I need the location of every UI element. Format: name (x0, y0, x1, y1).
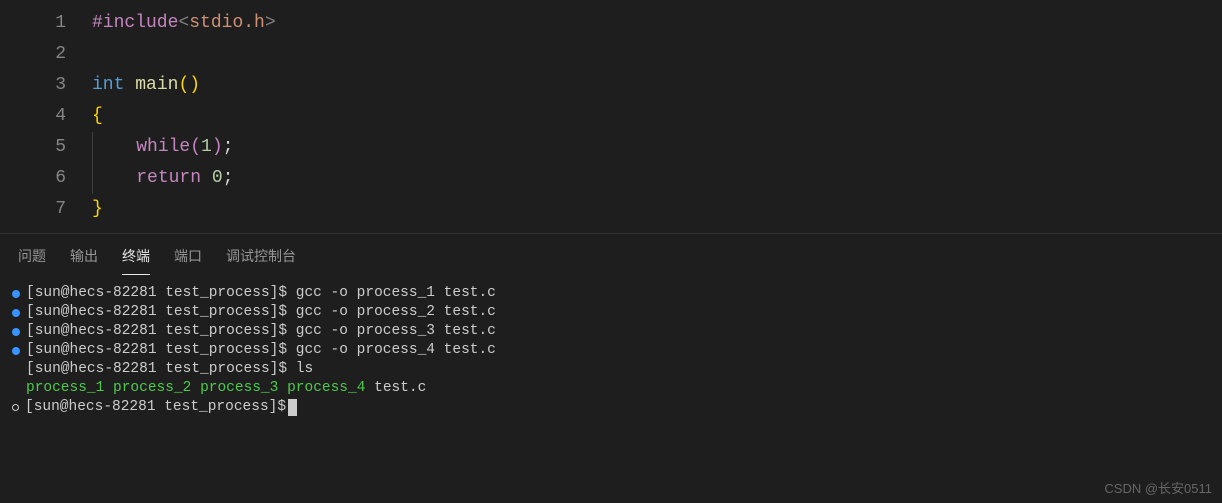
code-content[interactable]: int main() (92, 70, 1222, 101)
code-content[interactable]: return 0; (92, 163, 1222, 194)
terminal-output[interactable]: [sun@hecs-82281 test_process]$ gcc -o pr… (0, 276, 1222, 425)
line-number: 5 (0, 132, 92, 163)
terminal-cursor (288, 399, 297, 416)
status-bullet-icon (12, 347, 20, 355)
code-content[interactable]: #include<stdio.h> (92, 8, 1222, 39)
watermark: CSDN @长安0511 (1104, 478, 1212, 497)
code-content[interactable]: } (92, 194, 1222, 225)
code-line[interactable]: 6 return 0; (0, 163, 1222, 194)
panel-tab-debug-console[interactable]: 调试控制台 (226, 240, 296, 275)
line-number: 1 (0, 8, 92, 39)
terminal-line: [sun@hecs-82281 test_process]$ gcc -o pr… (12, 284, 1210, 303)
panel-tab-terminal[interactable]: 终端 (122, 240, 150, 275)
line-number: 7 (0, 194, 92, 225)
status-bullet-icon (12, 328, 20, 336)
status-bullet-hollow-icon (12, 404, 19, 411)
code-content[interactable]: { (92, 101, 1222, 132)
status-bullet-icon (12, 290, 20, 298)
line-number: 2 (0, 39, 92, 70)
panel-tab-ports[interactable]: 端口 (174, 240, 202, 275)
code-line[interactable]: 2 (0, 39, 1222, 70)
code-line[interactable]: 5 while(1); (0, 132, 1222, 163)
code-line[interactable]: 1#include<stdio.h> (0, 8, 1222, 39)
terminal-line: [sun@hecs-82281 test_process]$ gcc -o pr… (12, 322, 1210, 341)
terminal-prompt-line[interactable]: [sun@hecs-82281 test_process]$ (12, 398, 1210, 417)
code-content[interactable] (92, 39, 1222, 70)
bottom-panel: 问题输出终端端口调试控制台 [sun@hecs-82281 test_proce… (0, 233, 1222, 425)
panel-tab-output[interactable]: 输出 (70, 240, 98, 275)
terminal-line: [sun@hecs-82281 test_process]$ gcc -o pr… (12, 341, 1210, 360)
line-number: 3 (0, 70, 92, 101)
line-number: 4 (0, 101, 92, 132)
terminal-line: [sun@hecs-82281 test_process]$ ls (12, 360, 1210, 379)
code-line[interactable]: 4{ (0, 101, 1222, 132)
terminal-ls-output: process_1 process_2 process_3 process_4 … (12, 379, 1210, 398)
code-content[interactable]: while(1); (92, 132, 1222, 163)
code-line[interactable]: 3int main() (0, 70, 1222, 101)
line-number: 6 (0, 163, 92, 194)
panel-tab-problems[interactable]: 问题 (18, 240, 46, 275)
terminal-line: [sun@hecs-82281 test_process]$ gcc -o pr… (12, 303, 1210, 322)
status-bullet-icon (12, 309, 20, 317)
code-line[interactable]: 7} (0, 194, 1222, 225)
panel-tabs: 问题输出终端端口调试控制台 (0, 234, 1222, 276)
code-editor[interactable]: 1#include<stdio.h>23int main()4{5 while(… (0, 0, 1222, 233)
